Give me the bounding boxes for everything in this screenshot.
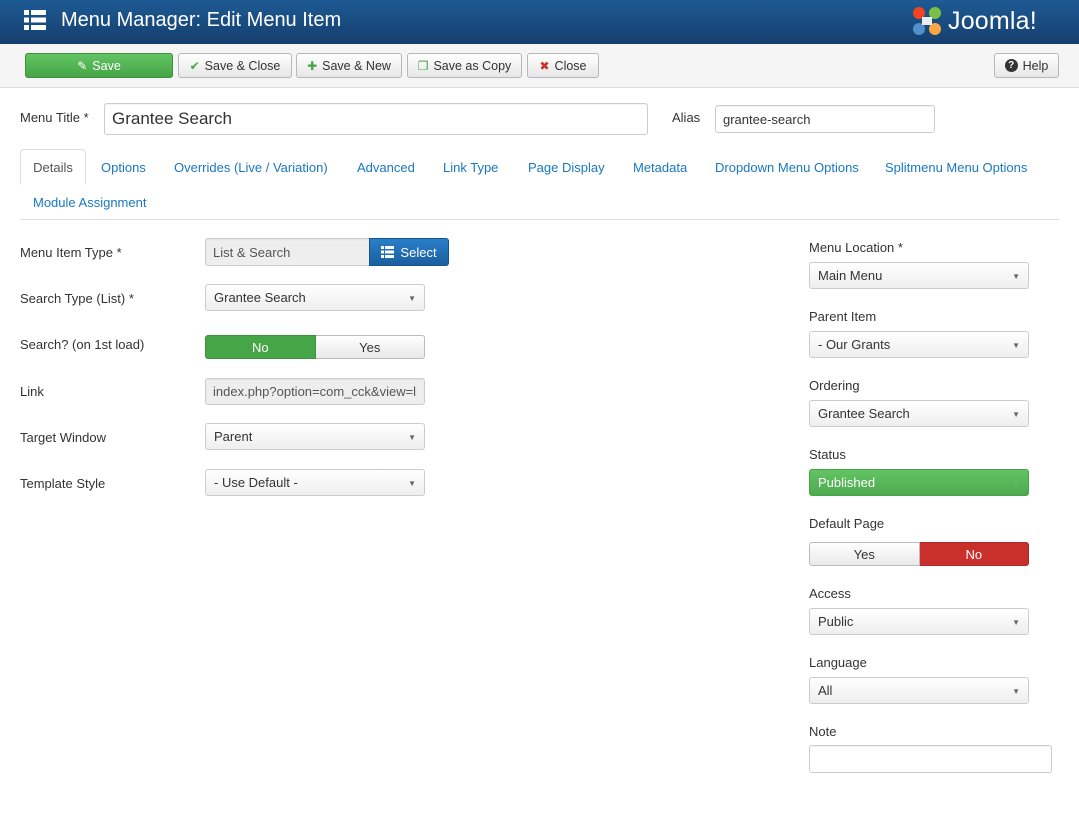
language-value: All	[818, 683, 833, 698]
language-label: Language	[809, 655, 867, 670]
menu-title-input[interactable]: Grantee Search	[104, 103, 648, 135]
alias-input[interactable]: grantee-search	[715, 105, 935, 133]
parent-item-label: Parent Item	[809, 309, 877, 324]
joomla-logo[interactable]: Joomla!	[910, 3, 1037, 39]
parent-item-value: - Our Grants	[818, 337, 891, 352]
tab-details[interactable]: Details	[20, 149, 86, 185]
help-button[interactable]: ? Help	[994, 53, 1059, 78]
tab-page-display[interactable]: Page Display	[528, 160, 605, 175]
select-button-label: Select	[400, 244, 437, 260]
tab-metadata[interactable]: Metadata	[633, 160, 687, 175]
save-new-button[interactable]: ✚ Save & New	[296, 53, 402, 78]
note-label: Note	[809, 724, 837, 739]
alias-label: Alias	[672, 110, 701, 125]
tab-link-type[interactable]: Link Type	[443, 160, 498, 175]
target-window-label: Target Window	[20, 430, 106, 445]
default-yes-option[interactable]: Yes	[809, 542, 920, 566]
tab-overrides[interactable]: Overrides (Live / Variation)	[174, 160, 328, 175]
ordering-select[interactable]: Grantee Search ▼	[809, 400, 1029, 427]
search-type-select[interactable]: Grantee Search ▼	[205, 284, 425, 311]
plus-icon: ✚	[307, 58, 318, 73]
toolbar: ✎ Save ✔ Save & Close ✚ Save & New ❐ Sav…	[0, 44, 1079, 88]
tab-advanced[interactable]: Advanced	[357, 160, 415, 175]
menu-title-label: Menu Title *	[20, 110, 89, 125]
caret-down-icon: ▼	[1012, 272, 1020, 281]
list-icon	[381, 246, 395, 258]
menu-grid-icon	[24, 10, 46, 30]
language-select[interactable]: All ▼	[809, 677, 1029, 704]
status-label: Status	[809, 447, 846, 462]
close-button-label: Close	[554, 58, 587, 73]
caret-down-icon: ▼	[408, 479, 416, 488]
access-label: Access	[809, 586, 851, 601]
target-window-value: Parent	[214, 429, 253, 444]
access-select[interactable]: Public ▼	[809, 608, 1029, 635]
default-page-toggle: Yes No	[809, 542, 1029, 566]
joomla-logo-text: Joomla!	[948, 6, 1037, 35]
caret-down-icon: ▼	[1012, 410, 1020, 419]
edit-icon: ✎	[77, 58, 88, 73]
search-type-label: Search Type (List) *	[20, 291, 134, 306]
caret-down-icon: ▼	[1012, 618, 1020, 627]
checkmark-icon: ✔	[189, 58, 200, 73]
tab-splitmenu-menu-options[interactable]: Splitmenu Menu Options	[885, 160, 1027, 175]
tab-options[interactable]: Options	[101, 160, 146, 175]
status-select[interactable]: Published ▼	[809, 469, 1029, 496]
save-button[interactable]: ✎ Save	[25, 53, 173, 78]
save-close-button-label: Save & Close	[204, 58, 281, 73]
caret-down-icon: ▼	[1012, 687, 1020, 696]
close-button[interactable]: ✖ Close	[527, 53, 599, 78]
select-menu-type-button[interactable]: Select	[369, 238, 449, 266]
save-as-copy-button-label: Save as Copy	[433, 58, 512, 73]
parent-item-select[interactable]: - Our Grants ▼	[809, 331, 1029, 358]
page-title: Menu Manager: Edit Menu Item	[61, 9, 342, 31]
copy-icon: ❐	[417, 58, 429, 73]
question-circle-icon: ?	[1004, 59, 1018, 72]
caret-down-icon: ▼	[408, 294, 416, 303]
link-field: index.php?option=com_cck&view=l	[205, 378, 425, 405]
tab-module-assignment[interactable]: Module Assignment	[33, 195, 146, 210]
caret-down-icon: ▼	[1012, 341, 1020, 350]
search-type-value: Grantee Search	[214, 290, 306, 305]
ordering-value: Grantee Search	[818, 406, 910, 421]
link-label: Link	[20, 384, 44, 399]
caret-down-icon: ▼	[408, 433, 416, 442]
target-window-select[interactable]: Parent ▼	[205, 423, 425, 450]
joomla-logo-icon	[913, 7, 941, 35]
access-value: Public	[818, 614, 854, 629]
help-button-label: Help	[1022, 58, 1049, 73]
status-value: Published	[818, 475, 876, 490]
ordering-label: Ordering	[809, 378, 860, 393]
save-as-copy-button[interactable]: ❐ Save as Copy	[407, 53, 522, 78]
template-style-select[interactable]: - Use Default - ▼	[205, 469, 425, 496]
menu-location-select[interactable]: Main Menu ▼	[809, 262, 1029, 289]
template-style-value: - Use Default -	[214, 475, 298, 490]
caret-down-icon: ▼	[1012, 479, 1020, 488]
search-first-load-toggle: No Yes	[205, 335, 425, 359]
template-style-label: Template Style	[20, 476, 106, 491]
menu-item-type-label: Menu Item Type *	[20, 245, 122, 260]
close-circle-icon: ✖	[539, 58, 550, 73]
search-first-load-label: Search? (on 1st load)	[20, 337, 145, 352]
save-new-button-label: Save & New	[322, 58, 391, 73]
menu-location-label: Menu Location *	[809, 240, 903, 255]
menu-location-value: Main Menu	[818, 268, 883, 283]
search-yes-option[interactable]: Yes	[315, 335, 425, 359]
search-no-option[interactable]: No	[205, 335, 316, 359]
note-input[interactable]	[809, 745, 1052, 773]
tabs-divider	[20, 219, 1059, 220]
menu-item-type-field: List & Search	[205, 238, 371, 266]
default-page-label: Default Page	[809, 516, 885, 531]
save-close-button[interactable]: ✔ Save & Close	[178, 53, 292, 78]
tab-dropdown-menu-options[interactable]: Dropdown Menu Options	[715, 160, 859, 175]
app-header: Menu Manager: Edit Menu Item Joomla!	[0, 0, 1079, 44]
save-button-label: Save	[92, 58, 121, 73]
default-no-option[interactable]: No	[919, 542, 1029, 566]
